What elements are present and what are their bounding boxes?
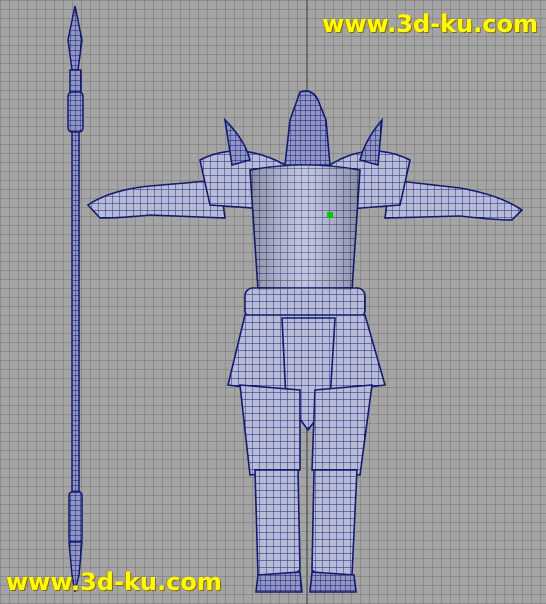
- armored-warrior-model: [86, 90, 524, 593]
- spear: [67, 5, 84, 593]
- wireframe-viewport: www.3d-ku.com www.3d-ku.com: [0, 0, 546, 604]
- watermark-top: www.3d-ku.com: [322, 10, 538, 38]
- watermark-bottom: www.3d-ku.com: [6, 568, 222, 596]
- wireframe-scene: [67, 5, 524, 593]
